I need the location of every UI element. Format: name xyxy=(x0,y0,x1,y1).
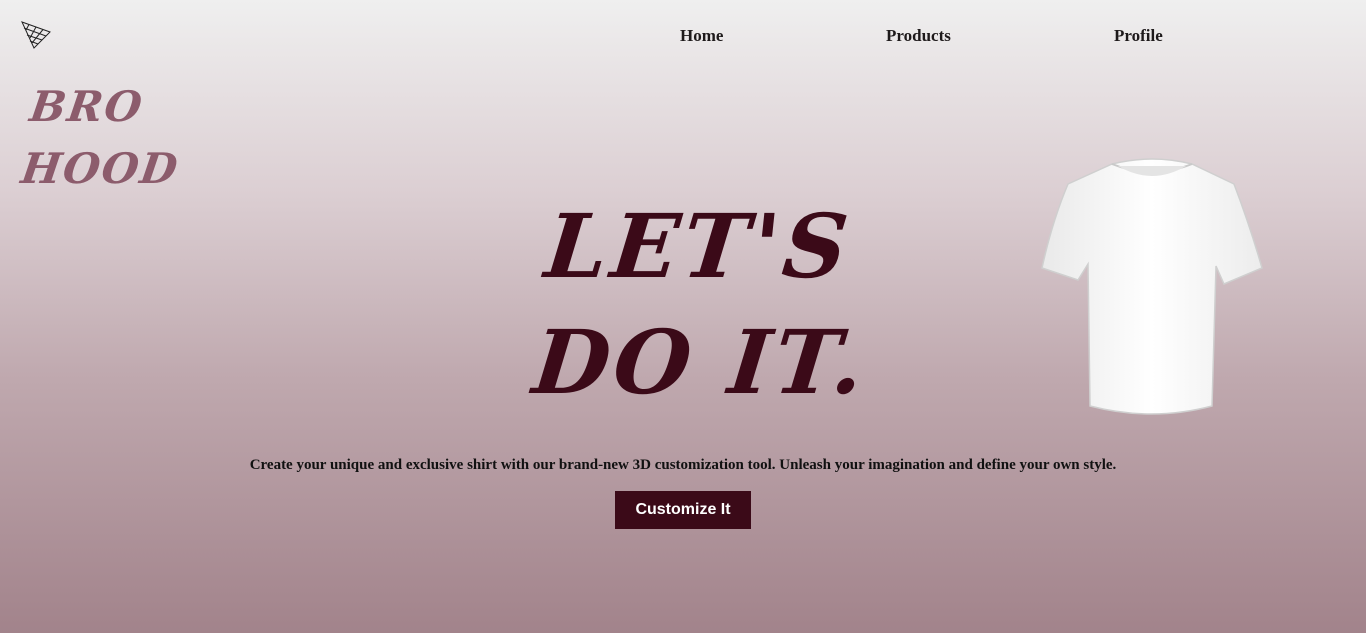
hero-line-1: LET'S xyxy=(540,194,857,298)
tshirt-image xyxy=(1041,158,1263,415)
triangle-logo-icon[interactable] xyxy=(20,20,52,50)
tagline-text: Create your unique and exclusive shirt w… xyxy=(249,457,1117,473)
brand-line-1: BRO xyxy=(26,82,147,131)
brand-line-2: HOOD xyxy=(18,144,183,193)
hero-line-2: DO IT. xyxy=(528,310,873,414)
hero-heading: LET'S DO IT. xyxy=(528,188,886,420)
nav-home-link[interactable]: Home xyxy=(680,26,723,46)
nav-profile-link[interactable]: Profile xyxy=(1114,26,1163,46)
brand-wordmark: BRO HOOD xyxy=(17,76,192,200)
customize-it-button[interactable]: Customize It xyxy=(615,491,751,529)
nav-products-link[interactable]: Products xyxy=(886,26,951,46)
